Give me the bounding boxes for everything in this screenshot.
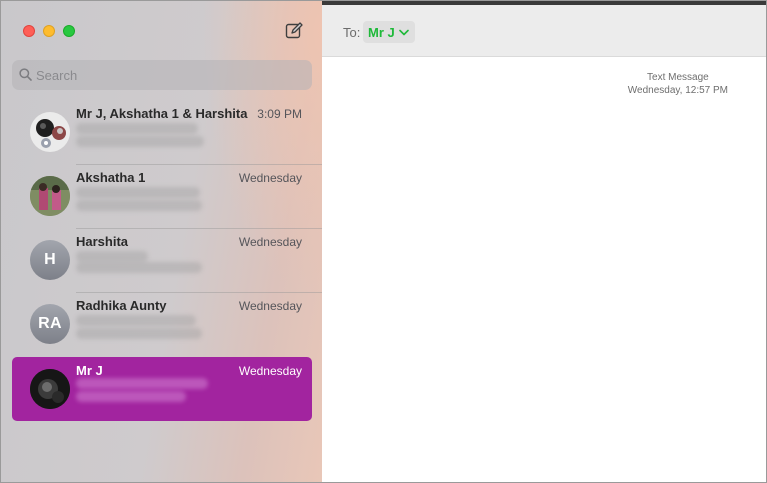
recipient-name: Mr J (368, 24, 395, 40)
message-service-label: Text Message (647, 72, 709, 83)
sidebar: Mr J, Akshatha 1 & Harshita 3:09 PM Aksh… (1, 1, 322, 482)
compose-icon (285, 22, 303, 39)
message-preview-redacted (76, 262, 202, 273)
compose-button[interactable] (284, 21, 304, 41)
avatar: RA (30, 304, 70, 344)
search-input[interactable] (36, 60, 306, 90)
conversation-time: Wednesday (238, 299, 302, 313)
conversation-item-selected[interactable]: Mr J Wednesday (12, 357, 312, 421)
message-preview-redacted (76, 123, 198, 134)
zoom-window-button[interactable] (63, 25, 75, 37)
conversation-pane: To: Mr J Text Message Wednesday, 12:57 P… (322, 1, 766, 482)
message-preview-redacted (76, 315, 196, 326)
message-preview-redacted (76, 328, 202, 339)
conversation-name: Mr J (76, 363, 103, 378)
conversation-item[interactable]: Mr J, Akshatha 1 & Harshita 3:09 PM (12, 100, 312, 164)
conversation-time: Wednesday (238, 235, 302, 249)
chevron-down-icon (398, 29, 409, 35)
minimize-window-button[interactable] (43, 25, 55, 37)
message-preview-redacted (76, 200, 202, 211)
message-preview-redacted (76, 378, 208, 389)
message-preview-redacted (76, 136, 204, 147)
avatar (30, 369, 70, 409)
avatar (30, 176, 70, 216)
to-label: To: (343, 25, 361, 40)
message-timestamp: Wednesday, 12:57 PM (627, 85, 728, 96)
conversation-name: Radhika Aunty (76, 298, 167, 313)
conversation-name: Akshatha 1 (76, 170, 146, 185)
conversation-name: Harshita (76, 234, 129, 249)
message-preview-redacted (76, 187, 200, 198)
messages-window: Mr J, Akshatha 1 & Harshita 3:09 PM Aksh… (0, 0, 767, 483)
recipient-token[interactable]: Mr J (363, 21, 415, 43)
close-window-button[interactable] (23, 25, 35, 37)
window-top-strip (322, 1, 766, 5)
conversation-item[interactable]: Akshatha 1 Wednesday (12, 164, 312, 228)
conversation-item[interactable]: H Harshita Wednesday (12, 228, 312, 292)
avatar: H (30, 240, 70, 280)
conversation-time: Wednesday (238, 171, 302, 185)
conversation-item[interactable]: RA Radhika Aunty Wednesday (12, 292, 312, 356)
search-icon (19, 68, 32, 81)
message-meta: Text Message Wednesday, 12:57 PM (628, 71, 728, 97)
search-field[interactable] (12, 60, 312, 90)
message-preview-redacted (76, 251, 148, 262)
message-preview-redacted (76, 391, 186, 402)
conversation-time: Wednesday (238, 364, 302, 378)
recipient-bar: To: Mr J (322, 1, 766, 57)
avatar (30, 112, 70, 152)
conversation-time: 3:09 PM (257, 107, 302, 121)
conversation-name: Mr J, Akshatha 1 & Harshita (76, 106, 248, 121)
